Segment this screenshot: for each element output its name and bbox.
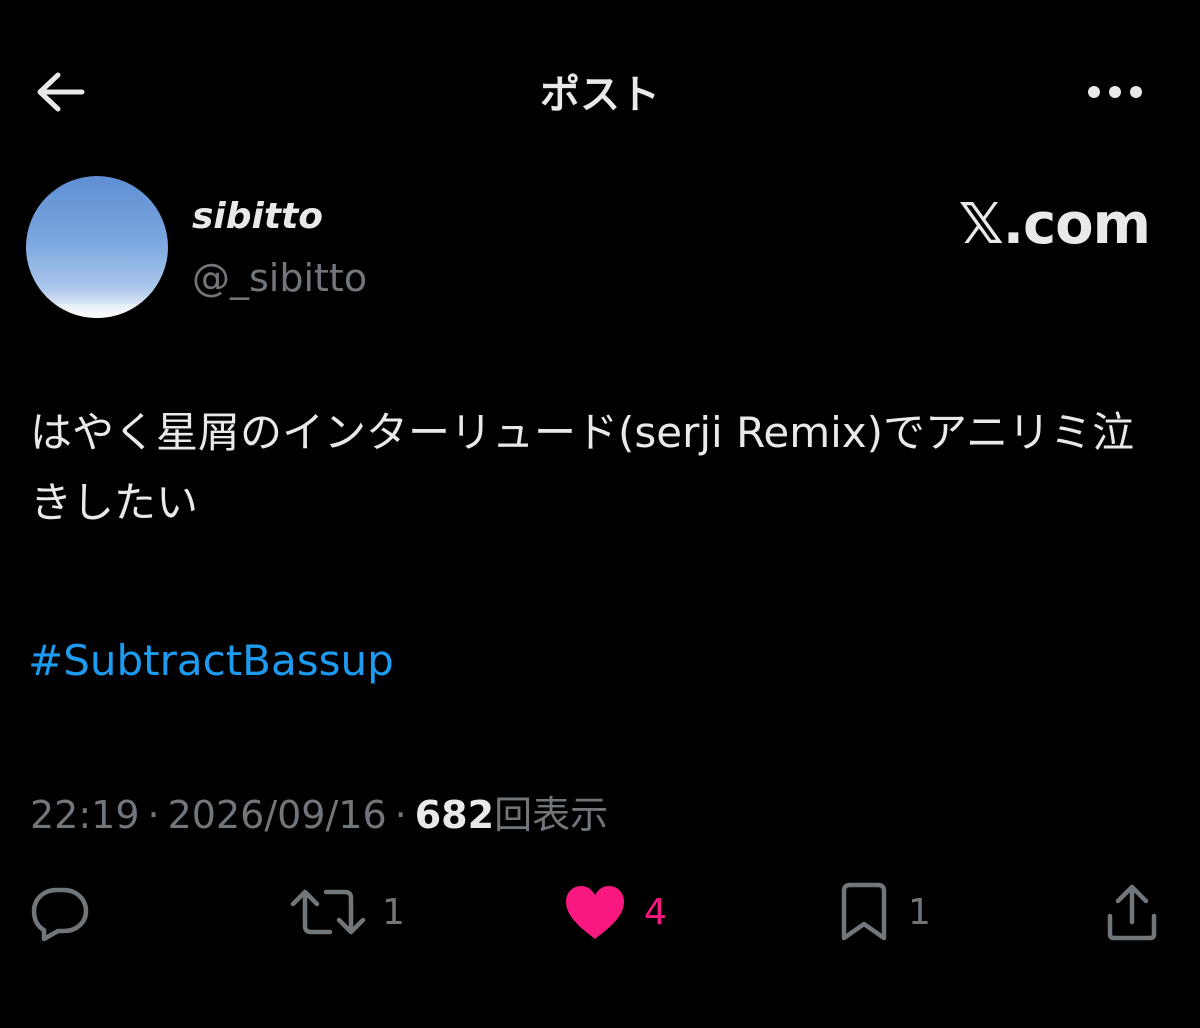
more-horizontal-icon	[1088, 86, 1142, 98]
bookmark-button[interactable]: 1	[836, 880, 931, 944]
arrow-left-icon	[37, 72, 85, 112]
author-display-name[interactable]: sibitto	[192, 196, 323, 237]
meta-separator: ·	[147, 793, 160, 837]
post-date[interactable]: 2026/09/16	[168, 793, 387, 837]
post-meta: 22:19 · 2026/09/16 · 682回表示	[30, 784, 608, 839]
author-handle[interactable]: @_sibitto	[192, 256, 367, 300]
more-options-button[interactable]	[1080, 64, 1150, 120]
repost-button[interactable]: 1	[290, 880, 405, 944]
back-button[interactable]	[30, 64, 90, 120]
heart-icon	[566, 886, 624, 939]
action-bar: 1 4 1	[0, 872, 1200, 952]
top-bar: ポスト	[0, 0, 1200, 180]
hashtag-link[interactable]: #SubtractBassup	[28, 636, 394, 685]
share-button[interactable]	[1100, 880, 1164, 944]
page-title: ポスト	[540, 72, 660, 118]
bookmark-count: 1	[908, 891, 931, 933]
repost-icon	[290, 889, 366, 935]
views-count: 682	[414, 793, 495, 837]
post-time: 22:19	[30, 793, 140, 837]
views-label: 回表示	[494, 793, 609, 837]
avatar-horizon	[26, 304, 168, 318]
meta-separator: ·	[394, 793, 407, 837]
x-com-watermark: 𝕏.com	[958, 192, 1151, 257]
repost-count: 1	[382, 891, 405, 933]
post-body-text: はやく星屑のインターリュード(serji Remix)でアニリミ泣きしたい	[30, 408, 1135, 527]
share-icon	[1107, 884, 1157, 941]
like-count: 4	[644, 891, 667, 933]
bookmark-icon	[841, 882, 887, 941]
like-button[interactable]: 4	[562, 880, 667, 944]
avatar[interactable]	[26, 176, 168, 318]
reply-button[interactable]	[28, 880, 108, 944]
reply-icon	[31, 887, 89, 942]
